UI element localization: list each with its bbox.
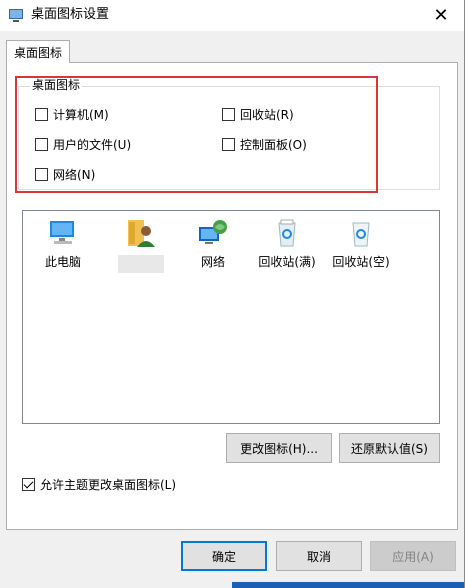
tab-desktop-icons[interactable]: 桌面图标: [6, 40, 70, 63]
button-label: 还原默认值(S): [351, 441, 428, 456]
list-item-label: 回收站(满): [258, 255, 316, 269]
checkbox-label: 计算机(M): [53, 107, 109, 122]
button-label: 取消: [306, 549, 331, 564]
title-bar: 桌面图标设置 ✕: [0, 0, 464, 31]
checkbox-box[interactable]: [222, 137, 235, 151]
checkbox-box[interactable]: [35, 137, 48, 151]
checkbox-label: 用户的文件(U): [53, 137, 132, 152]
checkbox-label: 控制面板(O): [240, 137, 307, 152]
list-item-label: 回收站(空): [332, 255, 390, 269]
list-item-recycle-bin-empty[interactable]: 回收站(空): [326, 217, 396, 269]
list-item-this-pc[interactable]: 此电脑: [28, 217, 98, 269]
checkbox-network[interactable]: 网络(N): [35, 166, 95, 182]
button-label: 更改图标(H)...: [240, 441, 318, 456]
checkbox-box[interactable]: [222, 107, 235, 121]
change-icon-button[interactable]: 更改图标(H)...: [226, 433, 332, 463]
close-icon: ✕: [433, 5, 449, 26]
close-button[interactable]: ✕: [418, 0, 464, 31]
list-item-label: [118, 255, 164, 273]
icon-list[interactable]: 此电脑 网络 回收站(满) 回收站(空): [22, 210, 440, 424]
button-label: 确定: [211, 549, 236, 564]
recycle-bin-empty-icon: [352, 222, 370, 247]
ok-button[interactable]: 确定: [181, 541, 267, 571]
checkbox-box[interactable]: [35, 167, 48, 181]
checkbox-box[interactable]: [35, 107, 48, 121]
checkbox-recycle-bin[interactable]: 回收站(R): [222, 106, 294, 122]
taskbar-edge: [232, 582, 464, 588]
checkbox-label: 回收站(R): [240, 107, 294, 122]
checkbox-label: 允许主题更改桌面图标(L): [40, 477, 177, 492]
list-item-label: 此电脑: [44, 255, 81, 269]
apply-button[interactable]: 应用(A): [370, 541, 456, 571]
restore-default-button[interactable]: 还原默认值(S): [339, 433, 440, 463]
checkbox-computer[interactable]: 计算机(M): [35, 106, 109, 122]
tab-label: 桌面图标: [13, 45, 62, 60]
checkbox-user-files[interactable]: 用户的文件(U): [35, 136, 131, 152]
list-item-user-files[interactable]: [106, 217, 176, 273]
checkbox-label: 网络(N): [53, 167, 96, 182]
recycle-bin-full-icon: [278, 219, 296, 247]
cancel-button[interactable]: 取消: [276, 541, 362, 571]
checkbox-allow-themes[interactable]: 允许主题更改桌面图标(L): [22, 476, 176, 492]
computer-icon: [50, 221, 74, 244]
settings-app-icon: [9, 9, 23, 22]
list-item-label: 网络: [200, 255, 225, 269]
desktop-icon-settings-dialog: 桌面图标设置 ✕ 桌面图标 桌面图标 计算机(M) 回收站(R) 用户的文件(U…: [0, 0, 465, 588]
checkbox-box[interactable]: [22, 477, 35, 491]
checkbox-control-panel[interactable]: 控制面板(O): [222, 136, 307, 152]
groupbox-label: 桌面图标: [30, 78, 83, 92]
button-label: 应用(A): [392, 549, 434, 564]
list-item-recycle-bin-full[interactable]: 回收站(满): [252, 217, 322, 269]
network-icon: [199, 220, 227, 244]
user-folder-icon: [128, 220, 155, 247]
window-title: 桌面图标设置: [31, 7, 110, 22]
list-item-network[interactable]: 网络: [178, 217, 248, 269]
